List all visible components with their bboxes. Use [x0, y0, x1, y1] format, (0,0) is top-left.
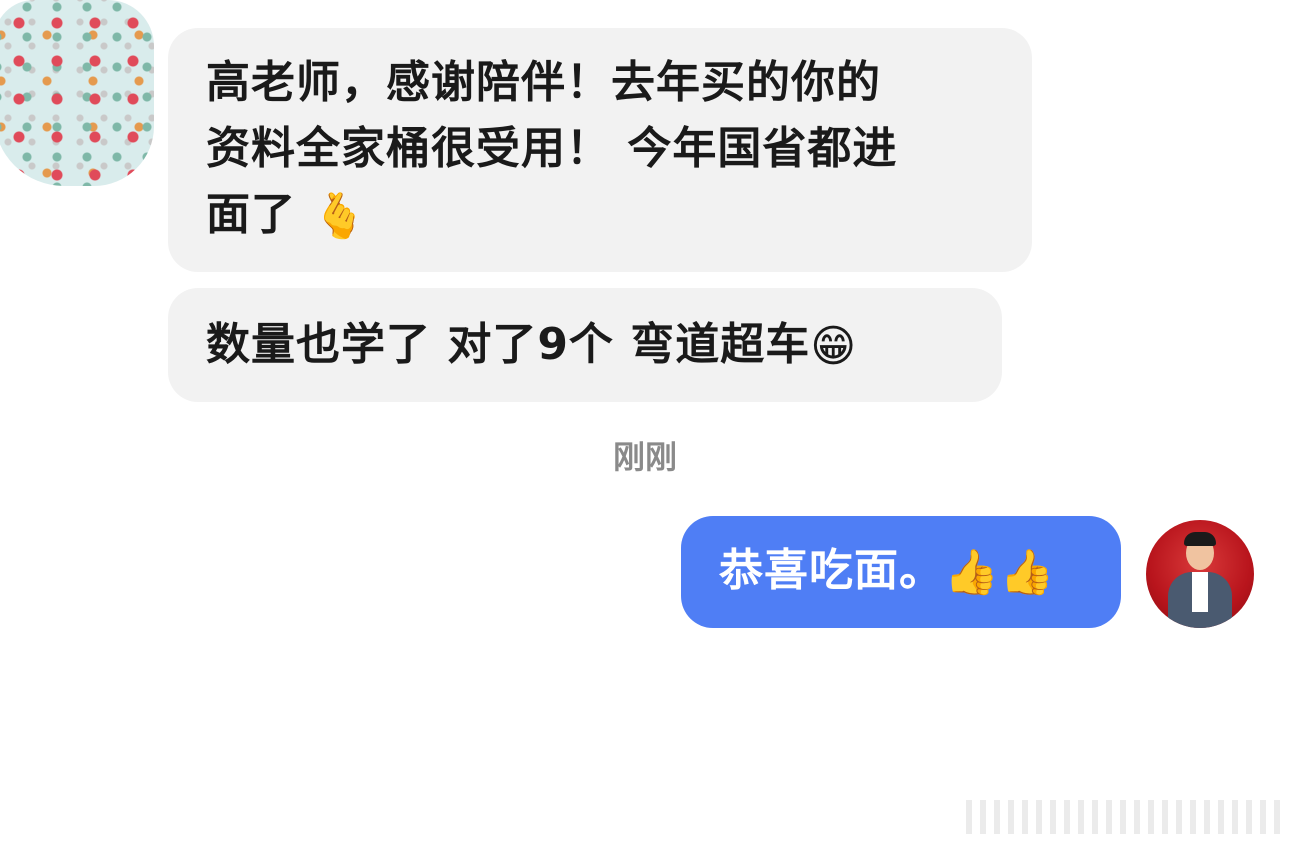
grinning-face-emoji-icon: 😁: [810, 321, 858, 372]
message-text: 面了: [206, 189, 296, 240]
finger-heart-emoji-icon: 🫰: [312, 191, 369, 242]
avatar-shirt-shape: [1192, 572, 1208, 612]
incoming-message-bubble[interactable]: 数量也学了 对了9个 弯道超车😁: [168, 288, 1002, 402]
outgoing-message-bubble[interactable]: 恭喜吃面。👍👍: [681, 516, 1121, 628]
user-avatar[interactable]: [1146, 520, 1254, 628]
message-text: 数量也学了 对了9个 弯道超车: [206, 319, 811, 370]
message-text-line: 资料全家桶很受用！ 今年国省都进: [206, 123, 898, 174]
message-text-line: 面了 🫰: [206, 182, 1002, 250]
message-text: 恭喜吃面。: [719, 545, 944, 596]
message-text-line: 高老师，感谢陪伴！去年买的你的: [206, 57, 881, 108]
message-timestamp: 刚刚: [612, 438, 677, 476]
watermark: [966, 800, 1280, 834]
sender-avatar[interactable]: [0, 0, 154, 186]
avatar-hair-shape: [1184, 532, 1216, 546]
thumbs-up-emoji-icon: 👍👍: [944, 547, 1056, 598]
chat-screen: 高老师，感谢陪伴！去年买的你的 资料全家桶很受用！ 今年国省都进 面了 🫰 数量…: [0, 0, 1290, 846]
incoming-message-bubble[interactable]: 高老师，感谢陪伴！去年买的你的 资料全家桶很受用！ 今年国省都进 面了 🫰: [168, 28, 1032, 272]
